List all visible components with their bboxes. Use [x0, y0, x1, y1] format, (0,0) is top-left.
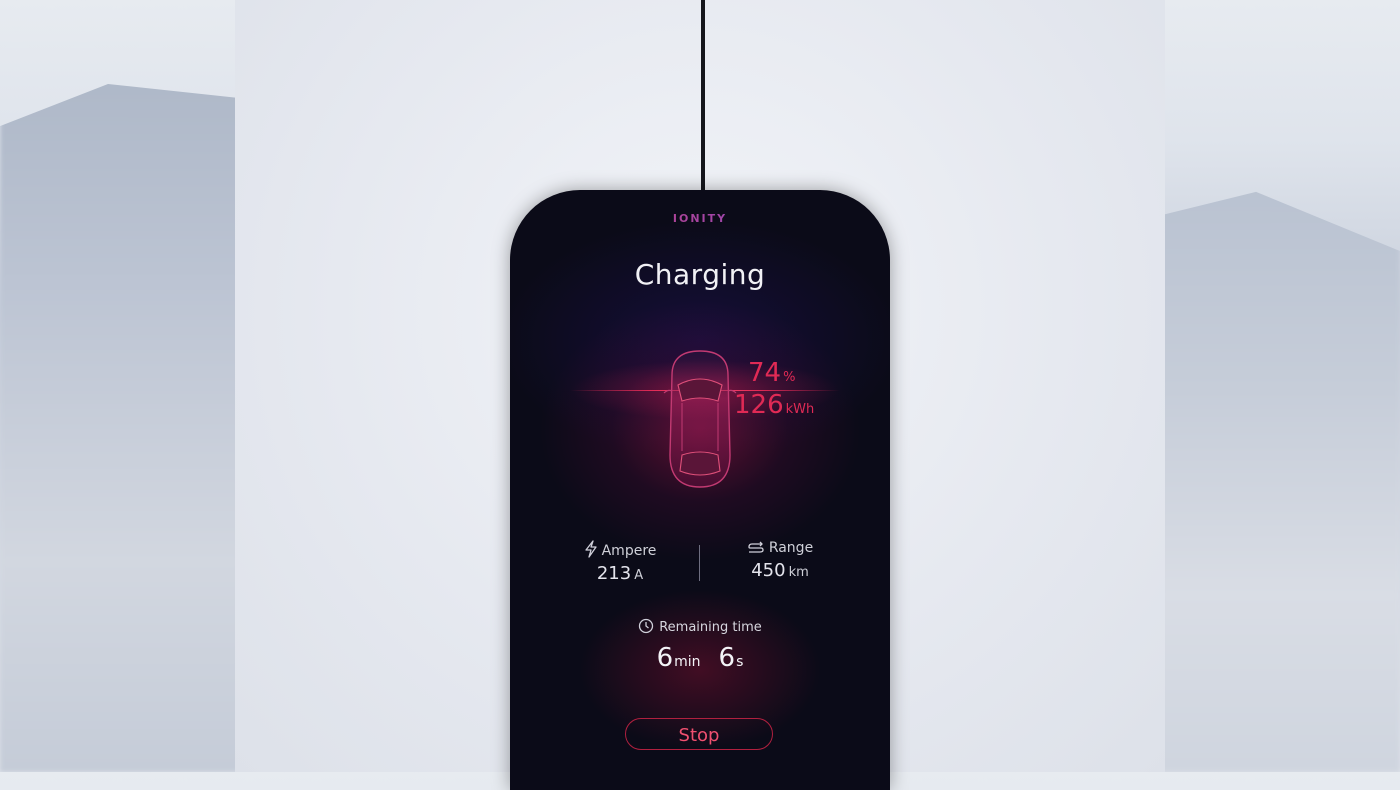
range-value: 450 — [751, 560, 786, 581]
background-mountain-left — [0, 84, 240, 772]
charger-cable — [701, 0, 705, 192]
ampere-stat: Ampere 213 A — [550, 540, 690, 584]
car-top-view-icon — [663, 350, 737, 488]
clock-icon — [639, 618, 654, 634]
energy-value: 126 — [734, 390, 784, 420]
charge-percent-unit: % — [783, 370, 796, 385]
energy-readout: 126 kWh — [734, 390, 814, 420]
charger-screen: IONITY Charging 74% 126 kWh Ampere 213 A… — [510, 190, 890, 790]
range-label: Range — [768, 540, 814, 556]
range-stat: Range 450 km — [710, 540, 850, 581]
background-mountain-right — [1160, 191, 1400, 772]
charge-percent-value: 74 — [748, 358, 782, 388]
energy-unit: kWh — [785, 402, 815, 417]
ampere-value: 213 — [596, 563, 632, 584]
ampere-unit: A — [634, 568, 644, 583]
range-unit: km — [788, 565, 809, 580]
ampere-label: Ampere — [601, 543, 657, 559]
lightning-icon — [584, 540, 597, 558]
remaining-seconds: 6 — [718, 643, 736, 673]
brand-logo: IONITY — [510, 212, 890, 225]
stop-button[interactable]: Stop — [625, 718, 773, 750]
page-title: Charging — [634, 258, 766, 291]
remaining-time: Remaining time 6min 6s — [510, 618, 890, 673]
range-icon — [748, 541, 764, 553]
stat-divider — [699, 545, 700, 581]
remaining-minutes: 6 — [656, 643, 674, 673]
remaining-time-label: Remaining time — [659, 620, 762, 635]
remaining-minutes-unit: min — [674, 654, 701, 670]
state-of-charge: 74% — [748, 358, 795, 388]
remaining-seconds-unit: s — [736, 654, 744, 670]
